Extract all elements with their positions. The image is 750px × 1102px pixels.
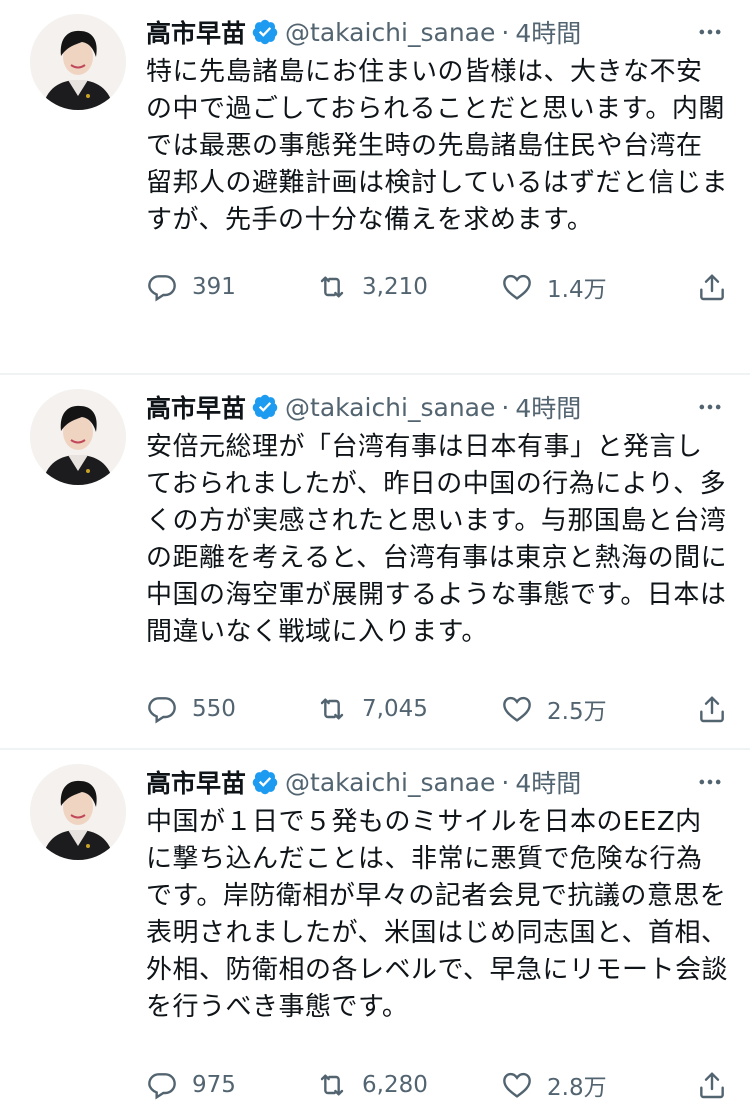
verified-badge-icon xyxy=(251,393,279,421)
timeline-feed: 高市早苗 @takaichi_sanae · 4時間 特に先島諸島にお住まいの皆… xyxy=(0,0,750,1101)
like-button[interactable]: 2.5万 xyxy=(501,692,681,726)
heart-icon xyxy=(503,274,531,300)
more-horizontal-icon[interactable] xyxy=(692,389,728,425)
separator-dot: · xyxy=(501,767,510,797)
reply-count: 975 xyxy=(192,1072,236,1098)
tweet-header: 高市早苗 @takaichi_sanae · 4時間 xyxy=(146,12,728,52)
share-button[interactable] xyxy=(696,1069,728,1101)
tweet[interactable]: 高市早苗 @takaichi_sanae · 4時間 安倍元総理が「台湾有事は日… xyxy=(0,375,750,750)
reply-count: 550 xyxy=(192,696,236,722)
reply-button[interactable]: 975 xyxy=(146,1069,316,1101)
more-horizontal-icon[interactable] xyxy=(692,764,728,800)
tweet-text: 中国が１日で５発ものミサイルを日本のEEZ内に撃ち込んだことは、非常に悪質で危険… xyxy=(146,807,728,1022)
retweet-icon xyxy=(320,1074,344,1096)
tweet[interactable]: 高市早苗 @takaichi_sanae · 4時間 中国が１日で５発ものミサイ… xyxy=(0,750,750,1101)
like-button[interactable]: 1.4万 xyxy=(501,270,681,304)
reply-button[interactable]: 550 xyxy=(146,693,316,725)
avatar[interactable] xyxy=(30,389,126,485)
reply-button[interactable]: 391 xyxy=(146,271,316,303)
like-count: 1.4万 xyxy=(547,277,607,303)
tweet-header: 高市早苗 @takaichi_sanae · 4時間 xyxy=(146,387,728,427)
retweet-button[interactable]: 6,280 xyxy=(316,1069,501,1101)
author-name[interactable]: 高市早苗 xyxy=(146,14,246,50)
like-count: 2.8万 xyxy=(547,1075,607,1101)
like-button[interactable]: 2.8万 xyxy=(501,1068,681,1102)
tweet-time[interactable]: 4時間 xyxy=(515,14,581,50)
retweet-count: 7,045 xyxy=(362,696,428,722)
retweet-button[interactable]: 7,045 xyxy=(316,693,501,725)
share-icon xyxy=(700,696,724,723)
retweet-count: 6,280 xyxy=(362,1072,428,1098)
tweet-actions: 975 6,280 2.8万 xyxy=(146,1068,728,1102)
heart-icon xyxy=(503,1072,531,1098)
reply-icon xyxy=(148,697,176,724)
share-icon xyxy=(700,274,724,301)
separator-dot: · xyxy=(501,392,510,422)
tweet-time[interactable]: 4時間 xyxy=(515,764,581,800)
more-horizontal-icon[interactable] xyxy=(692,14,728,50)
reply-icon xyxy=(148,275,176,302)
reply-count: 391 xyxy=(192,274,236,300)
heart-icon xyxy=(503,696,531,722)
tweet-text: 安倍元総理が「台湾有事は日本有事」と発言しておられましたが、昨日の中国の行為によ… xyxy=(146,432,728,647)
tweet[interactable]: 高市早苗 @takaichi_sanae · 4時間 特に先島諸島にお住まいの皆… xyxy=(0,0,750,375)
share-button[interactable] xyxy=(696,271,728,303)
author-name[interactable]: 高市早苗 xyxy=(146,389,246,425)
reply-icon xyxy=(148,1073,176,1100)
author-handle[interactable]: @takaichi_sanae xyxy=(285,393,495,422)
verified-badge-icon xyxy=(251,18,279,46)
tweet-time[interactable]: 4時間 xyxy=(515,389,581,425)
retweet-icon xyxy=(320,698,344,720)
separator-dot: · xyxy=(501,17,510,47)
tweet-actions: 550 7,045 2.5万 xyxy=(146,692,728,726)
author-handle[interactable]: @takaichi_sanae xyxy=(285,768,495,797)
avatar[interactable] xyxy=(30,764,126,860)
like-count: 2.5万 xyxy=(547,699,607,725)
share-icon xyxy=(700,1072,724,1099)
author-name[interactable]: 高市早苗 xyxy=(146,764,246,800)
retweet-icon xyxy=(320,276,344,298)
retweet-count: 3,210 xyxy=(362,274,428,300)
share-button[interactable] xyxy=(696,693,728,725)
verified-badge-icon xyxy=(251,768,279,796)
avatar[interactable] xyxy=(30,14,126,110)
tweet-header: 高市早苗 @takaichi_sanae · 4時間 xyxy=(146,762,728,802)
retweet-button[interactable]: 3,210 xyxy=(316,271,501,303)
tweet-actions: 391 3,210 1.4万 xyxy=(146,270,728,304)
author-handle[interactable]: @takaichi_sanae xyxy=(285,18,495,47)
tweet-text: 特に先島諸島にお住まいの皆様は、大きな不安の中で過ごしておられることだと思います… xyxy=(146,57,728,235)
